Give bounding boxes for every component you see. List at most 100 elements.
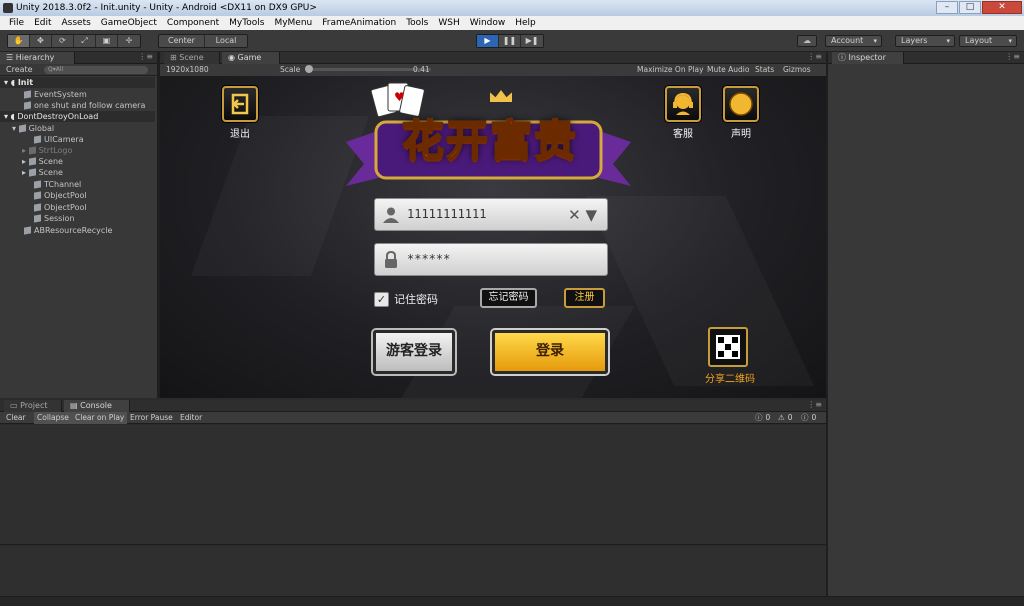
gizmos-dropdown[interactable]: Gizmos	[783, 64, 811, 76]
scale-slider-handle[interactable]	[305, 65, 313, 73]
hierarchy-row[interactable]: ▾ Global	[0, 123, 54, 134]
tab-console[interactable]: ▤ Console	[64, 400, 130, 412]
mute-audio-toggle[interactable]: Mute Audio	[707, 64, 749, 76]
tab-inspector[interactable]: ⓘ Inspector	[832, 52, 904, 64]
menu-wsh[interactable]: WSH	[433, 16, 464, 30]
forgot-password-button[interactable]: 忘记密码	[480, 288, 537, 308]
password-input[interactable]: ******	[374, 243, 608, 276]
password-value: ******	[407, 252, 451, 266]
maximize-on-play-toggle[interactable]: Maximize On Play	[637, 64, 704, 76]
account-dropdown[interactable]: Account	[825, 35, 882, 47]
menu-edit[interactable]: Edit	[29, 16, 56, 30]
panel-menu-icon[interactable]: ⋮≡	[807, 400, 822, 409]
tab-game[interactable]: ◉ Game	[222, 52, 280, 64]
rotate-tool-icon[interactable]: ⟳	[52, 35, 74, 47]
console-detail-area[interactable]	[0, 546, 826, 596]
menu-mymenu[interactable]: MyMenu	[269, 16, 317, 30]
hierarchy-row[interactable]: ABResourceRecycle	[0, 225, 112, 236]
scale-value: 0.41	[413, 65, 430, 74]
clear-icon[interactable]: ✕	[568, 206, 581, 224]
game-view[interactable]: 退出 客服 声明 ♥ 花开富贵 11111111111 ✕ ▼ ****** ✓…	[160, 76, 826, 398]
console-warning-count[interactable]: ⚠ 0	[775, 412, 793, 424]
remember-password-checkbox[interactable]: ✓	[374, 292, 389, 307]
hierarchy-row[interactable]: TChannel	[0, 179, 81, 190]
menu-gameobject[interactable]: GameObject	[96, 16, 162, 30]
layers-dropdown[interactable]: Layers	[895, 35, 955, 47]
resolution-dropdown[interactable]: 1920x1080	[166, 64, 209, 76]
hierarchy-row-label: Scene	[38, 157, 63, 166]
account-input[interactable]: 11111111111 ✕ ▼	[374, 198, 608, 231]
cloud-icon[interactable]: ☁	[797, 35, 817, 47]
hierarchy-row[interactable]: ▸ Scene	[0, 156, 63, 167]
console-clear-on-play-toggle[interactable]: Clear on Play	[72, 412, 128, 424]
hierarchy-scene-init[interactable]: ▾ ◖ Init	[0, 77, 155, 88]
pivot-center-toggle[interactable]: Center	[159, 35, 205, 47]
inspector-tabbar: ⓘ Inspector ⋮≡	[828, 52, 1024, 64]
pivot-local-toggle[interactable]: Local	[205, 35, 247, 47]
hierarchy-row-label: StrtLogo	[38, 146, 73, 155]
close-button[interactable]: ✕	[982, 1, 1022, 14]
hierarchy-scene-dontdestroy[interactable]: ▾ ◖ DontDestroyOnLoad	[0, 111, 155, 122]
statement-label: 声明	[731, 129, 751, 140]
game-logo-title: 花开富贵	[401, 115, 578, 166]
console-info-count[interactable]: ⓘ 0	[752, 412, 770, 424]
menu-tools[interactable]: Tools	[401, 16, 433, 30]
menu-component[interactable]: Component	[162, 16, 224, 30]
pause-button[interactable]: ❚❚	[499, 35, 521, 47]
disclaimer-badge-icon	[723, 86, 759, 122]
console-clear-button[interactable]: Clear	[3, 412, 29, 424]
hierarchy-row[interactable]: UICamera	[0, 134, 84, 145]
main-toolbar: ✋ ✥ ⟳ ⤢ ▣ ✢ Center Local ▶ ❚❚ ▶❚ ☁ Accou…	[0, 30, 1024, 52]
guest-login-button[interactable]: 游客登录	[373, 330, 455, 374]
menu-frameanimation[interactable]: FrameAnimation	[317, 16, 401, 30]
tab-scene[interactable]: ⊞ Scene	[164, 52, 220, 64]
rect-tool-icon[interactable]: ▣	[96, 35, 118, 47]
hierarchy-search-input[interactable]: Q▾All	[44, 66, 148, 74]
scale-tool-icon[interactable]: ⤢	[74, 35, 96, 47]
console-error-pause-toggle[interactable]: Error Pause	[127, 412, 176, 424]
menu-file[interactable]: File	[4, 16, 29, 30]
gameobject-icon	[18, 124, 26, 133]
share-qr-button[interactable]	[708, 327, 748, 367]
console-editor-dropdown[interactable]: Editor	[177, 412, 205, 424]
stats-toggle[interactable]: Stats	[755, 64, 774, 76]
register-button[interactable]: 注册	[564, 288, 605, 308]
gameobject-icon	[28, 146, 36, 155]
menu-window[interactable]: Window	[465, 16, 511, 30]
panel-menu-icon[interactable]: ⋮≡	[807, 52, 822, 61]
panel-menu-icon[interactable]: ⋮≡	[1005, 52, 1020, 61]
maximize-button[interactable]: □	[959, 1, 981, 14]
menu-assets[interactable]: Assets	[57, 16, 96, 30]
transform-tool-icon[interactable]: ✢	[118, 35, 140, 47]
layout-dropdown[interactable]: Layout	[959, 35, 1017, 47]
statement-button[interactable]: 声明	[721, 86, 761, 140]
hierarchy-row[interactable]: EventSystem	[0, 89, 87, 100]
move-tool-icon[interactable]: ✥	[30, 35, 52, 47]
remember-password-label: 记住密码	[394, 293, 438, 306]
hierarchy-row[interactable]: ▸ Scene	[0, 167, 63, 178]
console-log-list[interactable]	[0, 425, 826, 545]
console-error-count[interactable]: ⓘ 0	[798, 412, 816, 424]
tab-hierarchy[interactable]: ☰ Hierarchy	[0, 52, 75, 64]
play-button[interactable]: ▶	[477, 35, 499, 47]
create-dropdown[interactable]: Create	[6, 64, 33, 76]
menu-mytools[interactable]: MyTools	[224, 16, 269, 30]
hierarchy-row[interactable]: Session	[0, 213, 75, 224]
customer-service-button[interactable]: 客服	[663, 86, 703, 140]
hierarchy-row[interactable]: one shut and follow camera	[0, 100, 145, 111]
hierarchy-row[interactable]: ObjectPool	[0, 190, 87, 201]
account-dropdown-icon[interactable]: ▼	[585, 206, 597, 224]
hierarchy-row[interactable]: ▸ StrtLogo	[0, 145, 72, 156]
login-button[interactable]: 登录	[492, 330, 608, 374]
tab-project[interactable]: ▭ Project	[4, 400, 62, 412]
console-collapse-toggle[interactable]: Collapse	[34, 412, 72, 424]
step-button[interactable]: ▶❚	[521, 35, 543, 47]
hand-tool-icon[interactable]: ✋	[8, 35, 30, 47]
hierarchy-tabbar: ☰ Hierarchy ⋮≡	[0, 52, 157, 64]
panel-menu-icon[interactable]: ⋮≡	[138, 52, 153, 61]
hierarchy-row[interactable]: ObjectPool	[0, 202, 87, 213]
tab-project-label: Project	[20, 401, 48, 410]
minimize-button[interactable]: –	[936, 1, 958, 14]
exit-button[interactable]: 退出	[220, 86, 260, 140]
menu-help[interactable]: Help	[510, 16, 541, 30]
